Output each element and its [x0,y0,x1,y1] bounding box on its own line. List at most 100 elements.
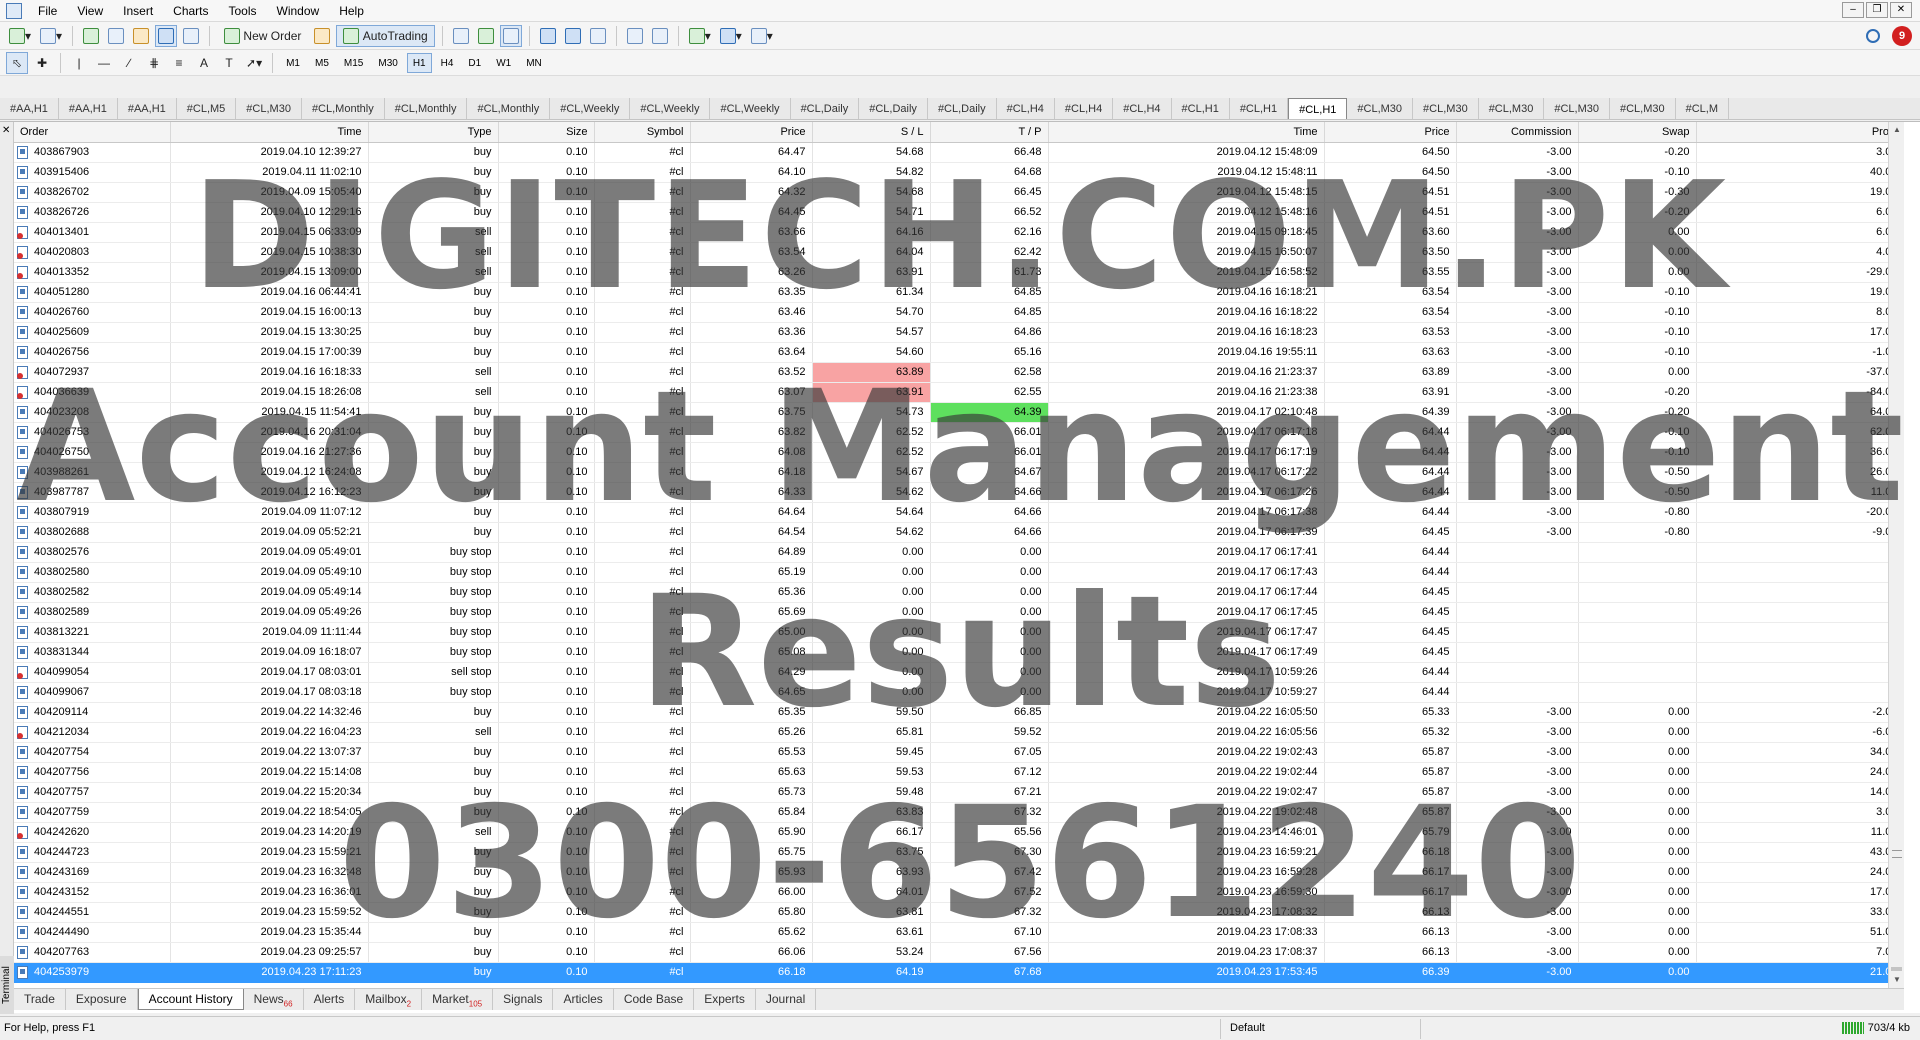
column-header-close-price[interactable]: Price [1324,122,1457,143]
autotrading-button[interactable]: AutoTrading [336,24,435,47]
indicators-button[interactable]: ▾ [686,25,714,47]
table-row[interactable]: 403802688 2019.04.09 05:52:21 buy 0.10 #cl 64… [14,522,1904,543]
scroll-thumb[interactable] [1891,967,1902,971]
menu-view[interactable]: View [67,0,113,22]
autoscroll-button[interactable] [649,25,671,47]
column-header-symbol[interactable]: Symbol [594,122,691,143]
table-row[interactable]: 404026750 2019.04.16 21:27:36 buy 0.10 #cl 64… [14,442,1904,463]
column-header-sl[interactable]: S / L [812,122,931,143]
terminal-tab-journal[interactable]: Journal [756,989,817,1010]
new-order-button[interactable]: New Order [217,25,308,47]
chart-tab[interactable]: #CL,H4 [997,98,1055,119]
column-header-order[interactable]: Order [14,122,171,143]
vertical-scrollbar[interactable]: ▲ ▼ [1888,122,1904,988]
terminal-tab-alerts[interactable]: Alerts [304,989,356,1010]
column-header-open-time[interactable]: Time [170,122,369,143]
chart-tab[interactable]: #AA,H1 [118,98,177,119]
cursor-button[interactable]: ⬁ [6,51,28,74]
table-row[interactable]: 404207759 2019.04.22 18:54:05 buy 0.10 #cl 65… [14,802,1904,823]
trendline-button[interactable]: ∕ [118,52,140,74]
text-button[interactable]: A [193,52,215,74]
terminal-tab-exposure[interactable]: Exposure [66,989,138,1010]
terminal-tab-experts[interactable]: Experts [694,989,756,1010]
table-row[interactable]: 404207754 2019.04.22 13:07:37 buy 0.10 #cl 65… [14,742,1904,763]
menu-tools[interactable]: Tools [219,0,267,22]
timeframe-d1[interactable]: D1 [462,53,487,73]
chart-tab[interactable]: #CL,M30 [1544,98,1610,119]
market-watch-button[interactable] [80,25,102,47]
templates-button[interactable]: ▾ [748,25,776,47]
table-row[interactable]: 403802582 2019.04.09 05:49:14 buy stop 0.10… [14,582,1904,603]
table-row[interactable]: 404243169 2019.04.23 16:32:48 buy 0.10 #cl 65… [14,862,1904,883]
vertical-line-button[interactable]: | [68,52,90,74]
table-row[interactable]: 404243152 2019.04.23 16:36:01 buy 0.10 #cl 66… [14,882,1904,903]
fibonacci-button[interactable]: ≡ [168,52,190,74]
navigator-button[interactable] [130,25,152,47]
close-icon[interactable]: ✕ [2,126,10,136]
table-row[interactable]: 404244551 2019.04.23 15:59:52 buy 0.10 #cl 65… [14,902,1904,923]
table-row[interactable]: 403831344 2019.04.09 16:18:07 buy stop 0.10… [14,642,1904,663]
chart-tab[interactable]: #CL,H4 [1113,98,1172,119]
chart-tab[interactable]: #CL,Daily [859,98,928,119]
scroll-grip[interactable] [1892,850,1902,858]
chart-tab[interactable]: #CL,Monthly [385,98,468,119]
minimize-button[interactable]: – [1842,2,1864,18]
timeframe-h4[interactable]: H4 [435,53,460,73]
menu-help[interactable]: Help [329,0,374,22]
table-row[interactable]: 404026760 2019.04.15 16:00:13 buy 0.10 #cl 63… [14,302,1904,323]
table-row[interactable]: 403802589 2019.04.09 05:49:26 buy stop 0.10… [14,602,1904,623]
periods-button[interactable]: ▾ [717,25,745,47]
terminal-tab-trade[interactable]: Trade [14,989,66,1010]
chart-tab[interactable]: #CL,Monthly [467,98,551,119]
timeframe-m5[interactable]: M5 [309,53,335,73]
table-row[interactable]: 403987787 2019.04.12 16:12:23 buy 0.10 #cl 64… [14,482,1904,503]
table-row[interactable]: 404207757 2019.04.22 15:20:34 buy 0.10 #cl 65… [14,782,1904,803]
arrows-button[interactable]: ➚ ▾ [243,52,265,74]
table-row[interactable]: 404026756 2019.04.15 17:00:39 buy 0.10 #cl 63… [14,342,1904,363]
table-row[interactable]: 403802580 2019.04.09 05:49:10 buy stop 0.10… [14,562,1904,583]
search-icon[interactable] [1866,29,1880,43]
terminal-tab-account-history[interactable]: Account History [137,989,244,1010]
timeframe-h1[interactable]: H1 [406,52,432,73]
table-row[interactable]: 404023208 2019.04.15 11:54:41 buy 0.10 #cl 63… [14,402,1904,423]
close-button[interactable]: ✕ [1890,2,1912,18]
table-row[interactable]: 404099054 2019.04.17 08:03:01 sell stop 0.1… [14,662,1904,683]
column-header-profit[interactable]: Profit [1696,122,1904,143]
bar-chart-button[interactable] [450,25,472,47]
chart-tab[interactable]: #CL,Monthly [302,98,385,119]
column-header-swap[interactable]: Swap [1578,122,1697,143]
column-header-size[interactable]: Size [498,122,595,143]
zoom-in-button[interactable] [537,25,559,47]
scroll-down-icon[interactable]: ▼ [1889,972,1904,988]
column-header-commission[interactable]: Commission [1456,122,1579,143]
table-row[interactable]: 404072937 2019.04.16 16:18:33 sell 0.10 #cl 6… [14,362,1904,383]
table-row[interactable]: 404207756 2019.04.22 15:14:08 buy 0.10 #cl 65… [14,762,1904,783]
chart-tab[interactable]: #CL,M30 [236,98,302,119]
table-row[interactable]: 404036639 2019.04.15 18:26:08 sell 0.10 #cl 6… [14,382,1904,403]
table-row[interactable]: 404207763 2019.04.23 09:25:57 buy 0.10 #cl 66… [14,942,1904,963]
timeframe-m1[interactable]: M1 [280,53,306,73]
column-header-open-price[interactable]: Price [690,122,813,143]
table-row[interactable]: 404013352 2019.04.15 13:09:00 sell 0.10 #cl 6… [14,262,1904,283]
table-row[interactable]: 403802576 2019.04.09 05:49:01 buy stop 0.10… [14,542,1904,563]
table-row[interactable]: 403988261 2019.04.12 16:24:08 buy 0.10 #cl 64… [14,462,1904,483]
chart-tab[interactable]: #CL,M30 [1413,98,1479,119]
table-row[interactable]: 403813221 2019.04.09 11:11:44 buy stop 0.10… [14,622,1904,643]
table-row[interactable]: 404242620 2019.04.23 14:20:19 sell 0.10 #cl 6… [14,822,1904,843]
chart-shift-button[interactable] [624,25,646,47]
profiles-button[interactable]: ▾ [37,25,65,47]
terminal-tab-market[interactable]: Market105 [422,989,494,1010]
terminal-tab-news[interactable]: News66 [244,989,304,1010]
chart-tab[interactable]: #AA,H1 [59,98,118,119]
table-row[interactable]: 403867903 2019.04.10 12:39:27 buy 0.10 #cl 64… [14,142,1904,163]
table-row[interactable]: 404013401 2019.04.15 06:33:09 sell 0.10 #cl 6… [14,222,1904,243]
line-chart-button[interactable] [499,24,522,47]
metaeditor-button[interactable] [311,25,333,47]
column-header-type[interactable]: Type [368,122,499,143]
table-row[interactable]: 403826726 2019.04.10 12:29:16 buy 0.10 #cl 64… [14,202,1904,223]
chart-tab[interactable]: #CL,Weekly [630,98,711,119]
strategy-tester-button[interactable] [180,25,202,47]
chart-tab[interactable]: #CL,H1 [1288,98,1348,119]
scroll-up-icon[interactable]: ▲ [1889,122,1904,138]
timeframe-w1[interactable]: W1 [490,53,517,73]
